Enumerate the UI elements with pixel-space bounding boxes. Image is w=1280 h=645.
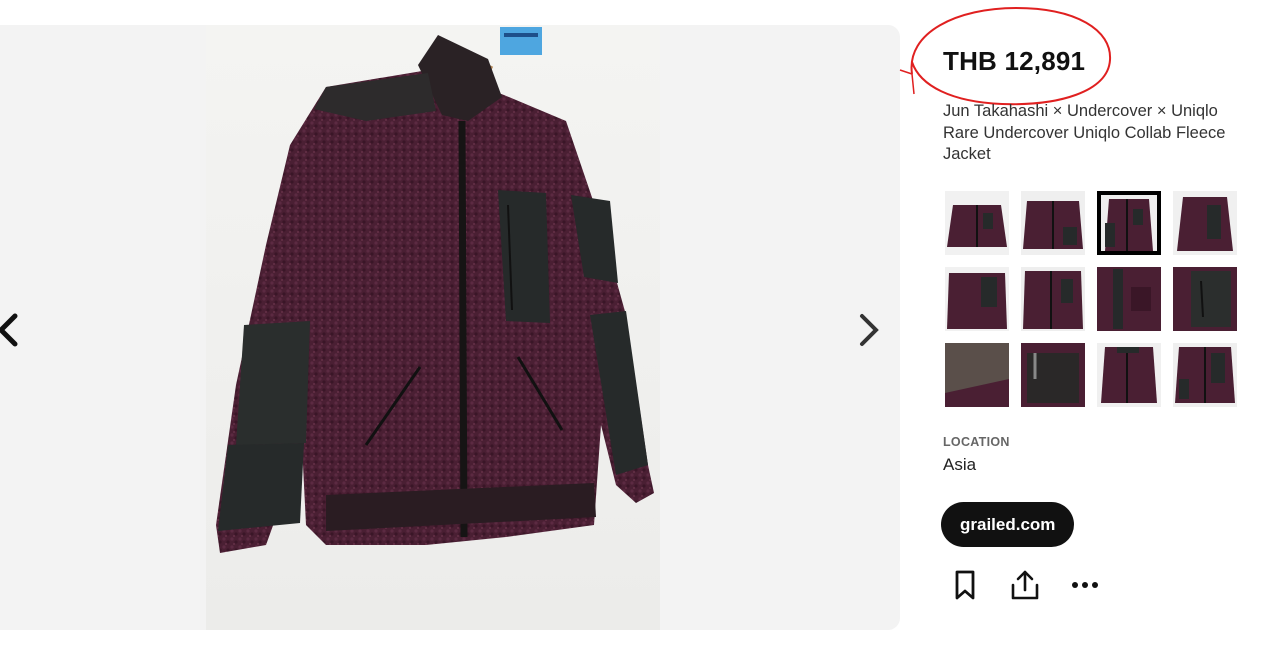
chevron-left-icon bbox=[0, 313, 18, 347]
thumbnail[interactable] bbox=[1097, 343, 1161, 407]
more-icon bbox=[1072, 582, 1098, 588]
image-viewer bbox=[0, 25, 900, 630]
action-bar bbox=[946, 566, 1104, 604]
source-link-button[interactable]: grailed.com bbox=[941, 502, 1075, 547]
location-label: LOCATION bbox=[943, 435, 1010, 449]
share-icon bbox=[1011, 570, 1039, 600]
jacket-illustration bbox=[216, 27, 654, 553]
listing-title: Jun Takahashi × Undercover × Uniqlo Rare… bbox=[943, 102, 1226, 163]
main-product-image[interactable] bbox=[206, 25, 660, 630]
thumbnail[interactable] bbox=[1021, 191, 1085, 255]
thumbnail[interactable] bbox=[945, 267, 1009, 331]
thumbnail[interactable] bbox=[1173, 267, 1237, 331]
price: THB 12,891 bbox=[943, 46, 1086, 76]
chevron-right-icon bbox=[860, 314, 879, 346]
thumbnail-grid bbox=[945, 191, 1237, 407]
location-value: Asia bbox=[943, 455, 977, 474]
thumbnail[interactable] bbox=[945, 343, 1009, 407]
next-image-button[interactable] bbox=[847, 310, 887, 350]
thumbnail[interactable] bbox=[1021, 267, 1085, 331]
thumbnail-active[interactable] bbox=[1097, 191, 1161, 255]
more-options-button[interactable] bbox=[1066, 566, 1104, 604]
thumbnail[interactable] bbox=[1021, 343, 1085, 407]
thumbnail[interactable] bbox=[1173, 343, 1237, 407]
share-button[interactable] bbox=[1006, 566, 1044, 604]
thumbnail[interactable] bbox=[1173, 191, 1237, 255]
bookmark-button[interactable] bbox=[946, 566, 984, 604]
thumbnail[interactable] bbox=[945, 191, 1009, 255]
prev-image-button[interactable] bbox=[0, 310, 28, 350]
bookmark-icon bbox=[955, 570, 975, 600]
thumbnail[interactable] bbox=[1097, 267, 1161, 331]
